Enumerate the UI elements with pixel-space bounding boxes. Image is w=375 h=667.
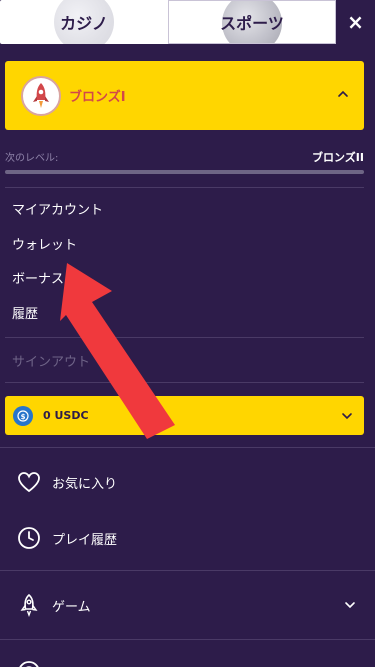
heart-icon: [16, 469, 42, 495]
divider: [5, 187, 364, 188]
badge-icon: [16, 659, 42, 667]
nav-games-label: ゲーム: [52, 599, 91, 615]
next-level-row: 次のレベル: ブロンズII: [5, 149, 364, 165]
divider: [5, 337, 364, 338]
nav-favorites-label: お気に入り: [52, 476, 118, 492]
nav-next-item[interactable]: [0, 652, 375, 667]
clock-icon: [16, 525, 42, 551]
vip-level-card[interactable]: ブロンズI: [5, 61, 364, 130]
chevron-down-icon: [342, 413, 352, 420]
current-level-name: ブロンズI: [69, 90, 126, 105]
next-level-value: ブロンズII: [312, 151, 364, 164]
menu-item-my-account[interactable]: マイアカウント: [12, 199, 103, 218]
divider: [0, 570, 375, 571]
nav-play-history[interactable]: プレイ履歴: [0, 518, 375, 558]
tab-sports-label: スポーツ: [220, 14, 284, 33]
divider: [5, 382, 364, 383]
next-level-label: 次のレベル:: [5, 153, 59, 164]
rocket-icon: [16, 592, 42, 618]
menu-item-bonus[interactable]: ボーナス: [12, 268, 64, 287]
menu-item-history[interactable]: 履歴: [12, 303, 38, 322]
close-button[interactable]: ×: [336, 0, 375, 44]
divider: [0, 639, 375, 640]
top-tab-bar: カジノ スポーツ ×: [0, 0, 375, 44]
tab-sports[interactable]: スポーツ: [168, 0, 336, 44]
svg-text:$: $: [21, 412, 26, 420]
rocket-badge-icon: [33, 82, 49, 108]
wallet-amount: 0 USDC: [43, 409, 89, 422]
signout-link[interactable]: サインアウト: [12, 351, 90, 370]
nav-play-history-label: プレイ履歴: [52, 532, 118, 548]
close-icon: ×: [347, 10, 364, 34]
level-progress-bar: [5, 170, 364, 174]
nav-games[interactable]: ゲーム: [0, 585, 375, 625]
usdc-icon: $: [13, 405, 33, 426]
tab-casino-label: カジノ: [60, 14, 108, 33]
wallet-balance-dropdown[interactable]: $ 0 USDC: [5, 396, 364, 435]
chevron-down-icon[interactable]: [343, 598, 357, 612]
level-badge: [21, 75, 61, 116]
tab-casino[interactable]: カジノ: [0, 0, 168, 44]
menu-item-wallet[interactable]: ウォレット: [12, 234, 77, 253]
nav-favorites[interactable]: お気に入り: [0, 462, 375, 502]
divider: [0, 447, 375, 448]
chevron-up-icon[interactable]: [336, 87, 350, 101]
